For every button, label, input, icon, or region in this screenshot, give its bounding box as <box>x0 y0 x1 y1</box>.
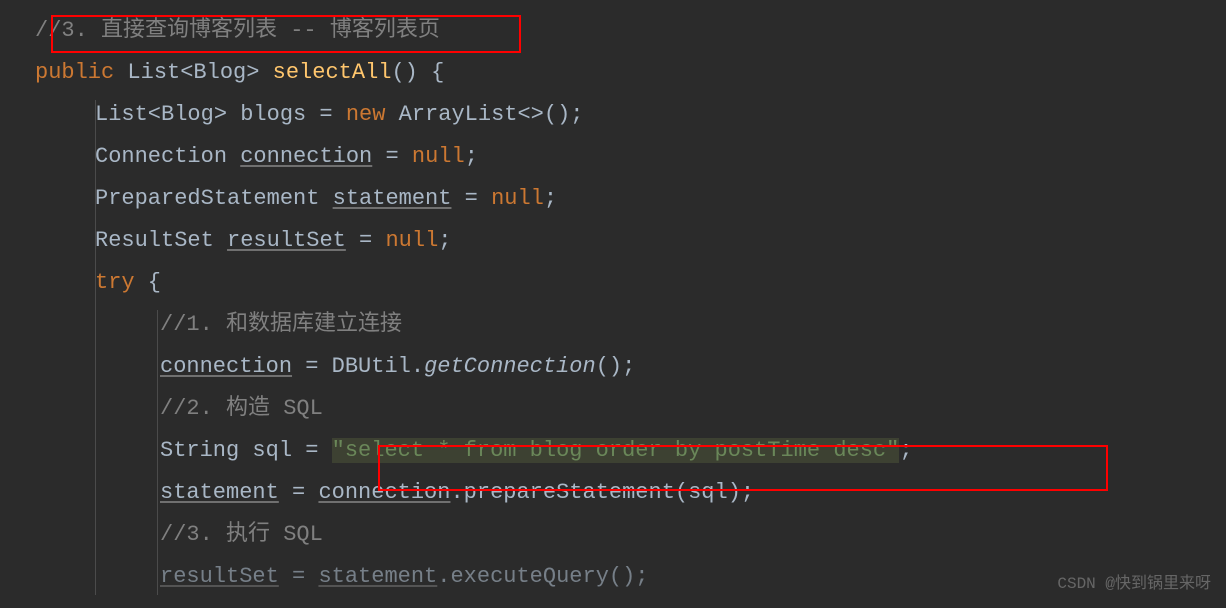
keyword-new: new <box>346 102 386 127</box>
variable-statement: statement <box>333 186 452 211</box>
variable-resultset: resultSet <box>227 228 346 253</box>
code-text: = <box>346 228 386 253</box>
comment-text: //2. 构造 SQL <box>160 396 323 421</box>
punctuation: () { <box>391 60 444 85</box>
code-text: = DBUtil. <box>292 354 424 379</box>
comment-text: //1. 和数据库建立连接 <box>160 312 402 337</box>
keyword-null: null <box>412 144 465 169</box>
highlight-box-comment <box>51 15 521 53</box>
punctuation: ; <box>438 228 451 253</box>
keyword-public: public <box>35 60 114 85</box>
watermark-text: CSDN @快到锅里来呀 <box>1057 569 1211 593</box>
highlight-box-sql <box>378 445 1108 491</box>
method-name: selectAll <box>273 60 392 85</box>
keyword-null: null <box>385 228 438 253</box>
code-text: String sql = <box>160 438 332 463</box>
code-text: .executeQuery(); <box>437 564 648 589</box>
code-text: Connection <box>95 144 240 169</box>
code-text: PreparedStatement <box>95 186 333 211</box>
code-line: //2. 构造 SQL <box>35 388 1226 430</box>
comment-text: //3. 执行 SQL <box>160 522 323 547</box>
code-text: ResultSet <box>95 228 227 253</box>
keyword-null: null <box>491 186 544 211</box>
code-line: //1. 和数据库建立连接 <box>35 304 1226 346</box>
code-text: List<Blog> blogs = <box>95 102 346 127</box>
code-line: Connection connection = null; <box>35 136 1226 178</box>
variable-connection: connection <box>240 144 372 169</box>
code-editor[interactable]: //3. 直接查询博客列表 -- 博客列表页 public List<Blog>… <box>0 0 1226 608</box>
punctuation: { <box>135 270 161 295</box>
punctuation: (); <box>596 354 636 379</box>
code-line: try { <box>35 262 1226 304</box>
code-line: ResultSet resultSet = null; <box>35 220 1226 262</box>
code-text: = <box>279 480 319 505</box>
method-call: getConnection <box>424 354 596 379</box>
punctuation: ; <box>544 186 557 211</box>
variable-statement: statement <box>318 564 437 589</box>
variable-connection: connection <box>160 354 292 379</box>
code-line: PreparedStatement statement = null; <box>35 178 1226 220</box>
type-text: List<Blog> <box>114 60 272 85</box>
keyword-try: try <box>95 270 135 295</box>
code-line: List<Blog> blogs = new ArrayList<>(); <box>35 94 1226 136</box>
code-line: public List<Blog> selectAll() { <box>35 52 1226 94</box>
punctuation: ; <box>465 144 478 169</box>
code-line: //3. 执行 SQL <box>35 514 1226 556</box>
variable-statement: statement <box>160 480 279 505</box>
variable-resultset: resultSet <box>160 564 279 589</box>
code-text: ArrayList<>(); <box>385 102 583 127</box>
code-line: resultSet = statement.executeQuery(); <box>35 556 1226 598</box>
code-text: = <box>372 144 412 169</box>
code-text: = <box>451 186 491 211</box>
code-text: = <box>279 564 319 589</box>
code-line: connection = DBUtil.getConnection(); <box>35 346 1226 388</box>
